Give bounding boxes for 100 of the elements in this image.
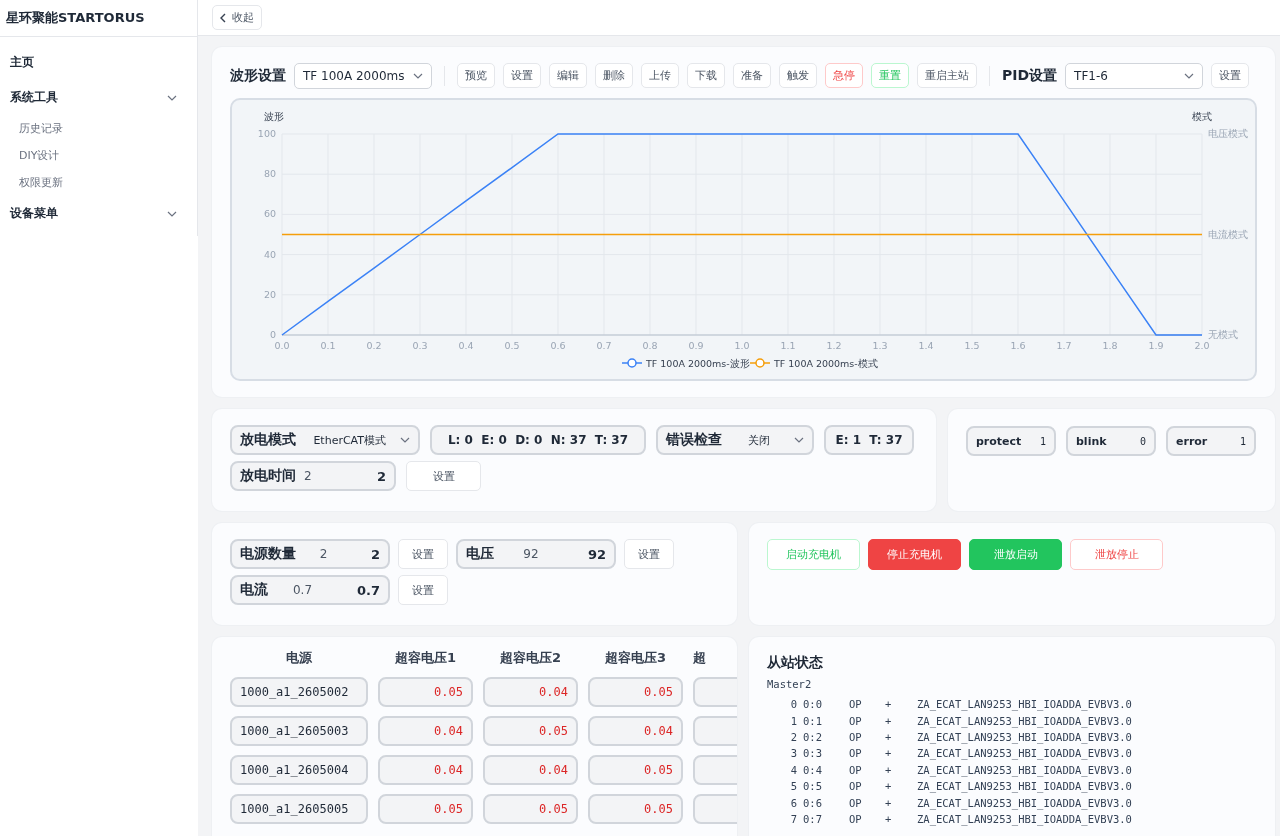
- x-tick-label: 1.1: [780, 340, 796, 351]
- flag-name: protect: [976, 434, 1022, 448]
- toolbar-button[interactable]: 准备: [733, 63, 771, 88]
- chevron-down-icon: [167, 210, 177, 217]
- table-cell: 0.05: [378, 794, 473, 824]
- x-tick-label: 0.3: [412, 340, 428, 351]
- slave-index-text: 7: [789, 812, 797, 825]
- master-label: Master2: [767, 678, 813, 692]
- nav-subitem[interactable]: DIY设计: [0, 142, 197, 169]
- nav-item[interactable]: 系统工具: [0, 80, 197, 115]
- slave-state-text: OP: [849, 698, 863, 711]
- set-button[interactable]: 设置: [624, 539, 674, 569]
- slave-position-text: 0:5: [803, 780, 823, 793]
- x-tick-label: 0.8: [642, 340, 658, 351]
- x-tick-label: 1.6: [1010, 340, 1026, 351]
- toolbar-button[interactable]: 上传: [641, 63, 679, 88]
- x-tick-label: 1.9: [1148, 340, 1164, 351]
- slave-state-text: OP: [849, 796, 863, 809]
- table-cell: 1000_a1_2605004: [230, 755, 368, 785]
- toolbar-button[interactable]: 设置: [503, 63, 541, 88]
- slave-flag-text: +: [885, 780, 893, 793]
- flag-value: 1: [1039, 435, 1046, 447]
- chevron-down-icon: [1184, 72, 1195, 79]
- slave-index-text: 5: [789, 780, 797, 793]
- waveform-dropdown[interactable]: TF 100A 2000ms: [294, 62, 432, 89]
- nav-item[interactable]: 主页: [0, 45, 197, 80]
- slave-position-text: 0:6: [803, 796, 823, 809]
- table-cell: 0.05: [588, 755, 683, 785]
- column-header: 电源: [285, 649, 313, 667]
- field-label: 电源数量: [240, 545, 296, 563]
- pid-dropdown[interactable]: TF1-6: [1065, 62, 1204, 89]
- input-field[interactable]: 2: [304, 469, 312, 483]
- toolbar-button[interactable]: 预览: [457, 63, 495, 88]
- slave-name-text: ZA_ECAT_LAN9253_HBI_IOADDA_EVBV3.0: [917, 763, 1133, 776]
- slave-position-text: 0:4: [803, 763, 823, 776]
- x-tick-label: 1.2: [826, 340, 842, 351]
- flag-name: error: [1176, 434, 1208, 448]
- slave-name-text: ZA_ECAT_LAN9253_HBI_IOADDA_EVBV3.0: [917, 698, 1133, 711]
- slave-name-text: ZA_ECAT_LAN9253_HBI_IOADDA_EVBV3.0: [917, 796, 1133, 809]
- y-tick-label: 60: [263, 208, 276, 220]
- toolbar-button[interactable]: 编辑: [549, 63, 587, 88]
- set-button[interactable]: 设置: [398, 539, 448, 569]
- nav-item[interactable]: 设备菜单: [0, 196, 197, 231]
- field-label: 放电模式: [240, 431, 296, 449]
- x-tick-label: 1.0: [734, 340, 750, 351]
- field-value: 92: [587, 546, 606, 562]
- field-label: 电压: [466, 545, 494, 563]
- mode-dropdown[interactable]: EtherCAT模式: [313, 432, 410, 448]
- brand-title: 星环聚能STARTORUS: [0, 0, 197, 37]
- slave-flag-text: +: [885, 763, 893, 776]
- slave-name-text: ZA_ECAT_LAN9253_HBI_IOADDA_EVBV3.0: [917, 812, 1133, 825]
- set-button[interactable]: 设置: [406, 461, 481, 491]
- slave-index-text: 1: [789, 714, 797, 727]
- x-tick-label: 0.5: [504, 340, 520, 351]
- error-check-dropdown[interactable]: 关闭: [748, 432, 804, 448]
- table-cell: 0.05: [483, 716, 578, 746]
- x-tick-label: 2.0: [1194, 340, 1210, 351]
- action-button[interactable]: 停止充电机: [868, 539, 961, 570]
- mode-tick-label: 电流模式: [1208, 228, 1248, 240]
- status-readout: L: 0 E: 0 D: 0 N: 37 T: 37: [430, 425, 646, 455]
- toolbar-button[interactable]: 触发: [779, 63, 817, 88]
- nav-subitem[interactable]: 历史记录: [0, 115, 197, 142]
- y-tick-label: 80: [263, 168, 276, 180]
- x-tick-label: 0.7: [596, 340, 612, 351]
- x-tick-label: 0.2: [366, 340, 382, 351]
- slave-flag-text: +: [885, 730, 893, 743]
- field-label: 放电时间: [240, 467, 296, 485]
- table-cell: 1000_a1_2605005: [230, 794, 368, 824]
- slave-state-text: OP: [849, 812, 863, 825]
- y-tick-label: 0: [269, 329, 276, 340]
- status-readout: E: 1 T: 37: [824, 425, 914, 455]
- x-tick-label: 1.7: [1056, 340, 1072, 351]
- nav-subitem[interactable]: 权限更新: [0, 169, 197, 196]
- panel-title: 从站状态: [767, 654, 824, 672]
- x-tick-label: 1.5: [964, 340, 980, 351]
- toolbar-button[interactable]: 删除: [595, 63, 633, 88]
- toolbar-button[interactable]: 急停: [825, 63, 863, 88]
- slave-state-text: OP: [849, 730, 863, 743]
- collapse-button[interactable]: 收起: [212, 5, 262, 30]
- slave-position-text: 0:1: [803, 714, 823, 727]
- action-button[interactable]: 泄放停止: [1070, 539, 1163, 570]
- table-cell: 1000_a1_2605002: [230, 677, 368, 707]
- input-field[interactable]: 92: [523, 547, 539, 561]
- table-cell: 0.04: [588, 716, 683, 746]
- set-button[interactable]: 设置: [398, 575, 448, 605]
- table-cell: 0.05: [588, 794, 683, 824]
- x-tick-label: 1.4: [918, 340, 934, 351]
- slave-name-text: ZA_ECAT_LAN9253_HBI_IOADDA_EVBV3.0: [917, 714, 1133, 727]
- y-tick-label: 40: [263, 248, 276, 260]
- slave-state-text: OP: [849, 747, 863, 760]
- chevron-left-icon: [220, 12, 226, 23]
- toolbar-button[interactable]: 重启主站: [917, 63, 977, 88]
- table-cell: 0.04: [378, 716, 473, 746]
- slave-position-text: 0:0: [803, 698, 823, 711]
- pid-set-button[interactable]: 设置: [1211, 63, 1250, 88]
- input-field[interactable]: 0.7: [292, 583, 313, 597]
- toolbar-button[interactable]: 下载: [687, 63, 725, 88]
- slave-position-text: 0:7: [803, 812, 823, 825]
- input-field[interactable]: 2: [319, 547, 328, 561]
- y-tick-label: 20: [263, 288, 276, 300]
